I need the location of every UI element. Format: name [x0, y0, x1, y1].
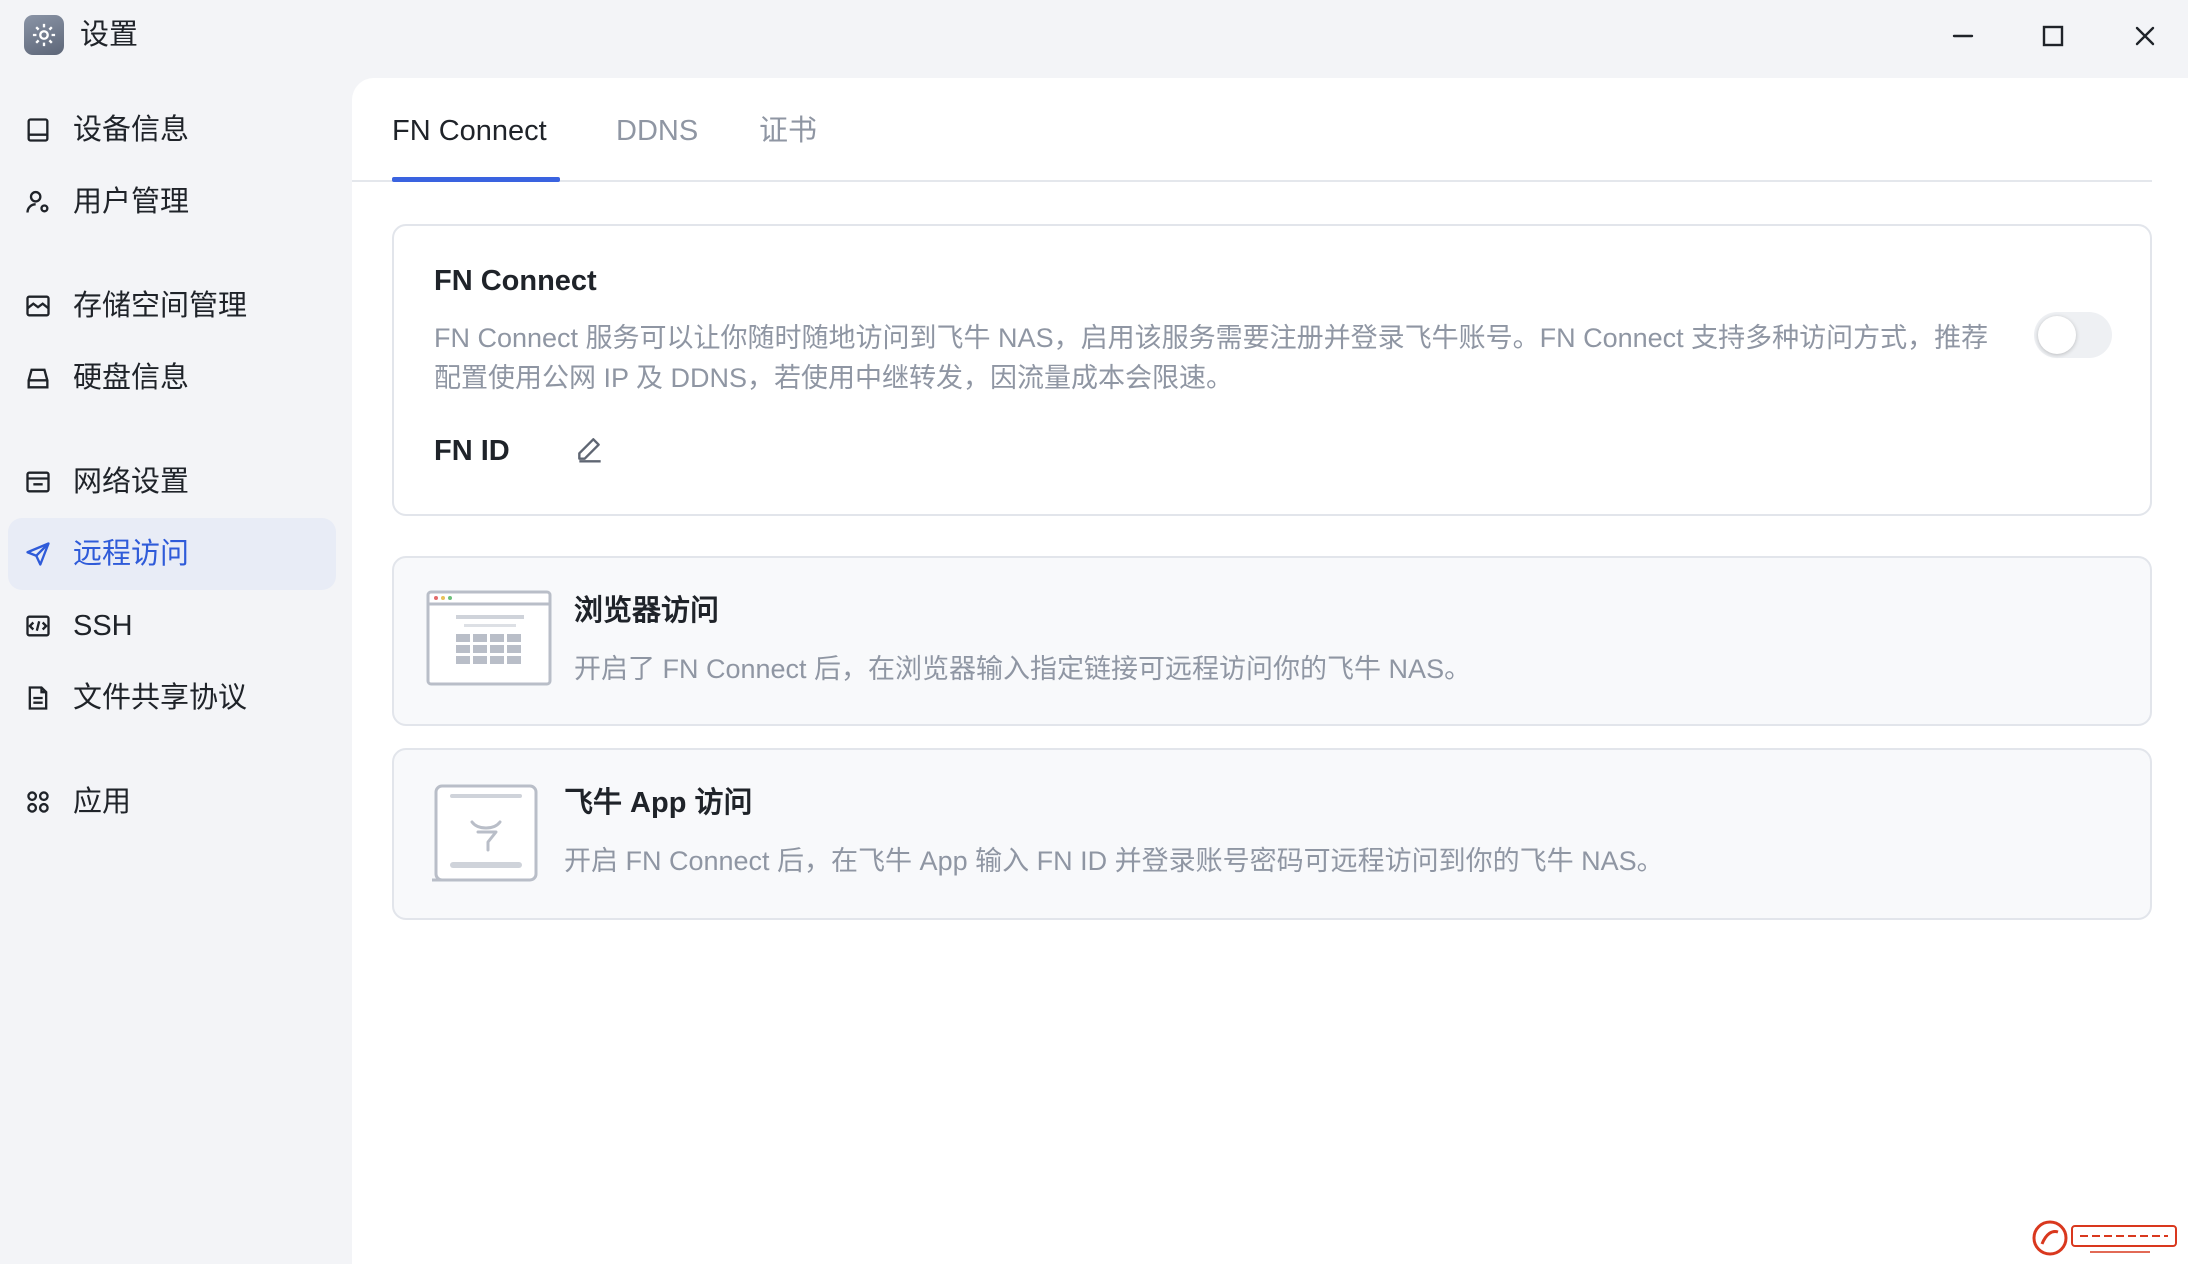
window-title: 设置 — [80, 19, 139, 51]
disk-icon — [27, 368, 49, 389]
sidebar-item-label: 远程访问 — [73, 538, 190, 570]
app-illustration-icon — [432, 784, 538, 882]
title-bar: 设置 — [0, 0, 2188, 70]
file-share-icon — [28, 686, 48, 710]
active-tab-indicator — [392, 177, 560, 182]
maximize-icon — [2042, 25, 2064, 47]
browser-access-description: 开启了 FN Connect 后，在浏览器输入指定链接可远程访问你的飞牛 NAS… — [574, 654, 1472, 684]
apps-icon — [27, 791, 49, 813]
tab-ddns[interactable]: DDNS — [616, 112, 698, 150]
sidebar-item-label: 文件共享协议 — [73, 682, 248, 714]
user-settings-icon — [26, 190, 49, 213]
sidebar-item-label: SSH — [73, 610, 133, 642]
app-access-description: 开启 FN Connect 后，在飞牛 App 输入 FN ID 并登录账号密码… — [564, 846, 1664, 876]
app-access-title: 飞牛 App 访问 — [564, 787, 753, 819]
app-access-card: 飞牛 App 访问 开启 FN Connect 后，在飞牛 App 输入 FN … — [392, 748, 2152, 920]
sidebar-item-label: 设备信息 — [73, 114, 190, 146]
close-button[interactable] — [2123, 14, 2167, 58]
sidebar: 设备信息 用户管理 存储空间管理 硬盘信息 网络设置 远程访问 SSH 文件共享… — [0, 78, 352, 1264]
browser-access-card: 浏览器访问 开启了 FN Connect 后，在浏览器输入指定链接可远程访问你的… — [392, 556, 2152, 726]
sidebar-item-network[interactable]: 网络设置 — [8, 446, 336, 518]
sidebar-item-disk-info[interactable]: 硬盘信息 — [8, 342, 336, 414]
sidebar-item-label: 存储空间管理 — [73, 290, 248, 322]
sidebar-item-label: 网络设置 — [73, 466, 190, 498]
send-icon — [26, 542, 50, 566]
fn-id-label: FN ID — [434, 435, 510, 467]
settings-app-icon — [24, 15, 64, 55]
close-icon — [2135, 26, 2155, 46]
main-panel: FN Connect DDNS 证书 FN Connect FN Connect… — [352, 78, 2188, 1264]
sidebar-item-user-management[interactable]: 用户管理 — [8, 166, 336, 238]
toggle-knob — [2038, 316, 2076, 354]
fn-connect-description: FN Connect 服务可以让你随时随地访问到飞牛 NAS，启用该服务需要注册… — [434, 323, 1989, 393]
sidebar-item-storage[interactable]: 存储空间管理 — [8, 270, 336, 342]
browser-illustration-icon — [426, 590, 552, 686]
sidebar-item-ssh[interactable]: SSH — [8, 590, 336, 662]
sidebar-item-device-info[interactable]: 设备信息 — [8, 94, 336, 166]
sidebar-item-label: 应用 — [73, 786, 132, 818]
sidebar-item-file-sharing[interactable]: 文件共享协议 — [8, 662, 336, 734]
device-icon — [27, 118, 49, 142]
fn-connect-card: FN Connect FN Connect 服务可以让你随时随地访问到飞牛 NA… — [392, 224, 2152, 516]
browser-access-title: 浏览器访问 — [574, 595, 720, 627]
edit-pencil-icon — [578, 438, 601, 463]
storage-icon — [26, 295, 50, 317]
fn-connect-toggle[interactable] — [2034, 312, 2112, 358]
tab-certificate[interactable]: 证书 — [759, 112, 817, 150]
sidebar-item-remote-access[interactable]: 远程访问 — [8, 518, 336, 590]
terminal-icon — [26, 615, 50, 637]
watermark-logo-icon — [2032, 1220, 2177, 1256]
sidebar-item-label: 硬盘信息 — [73, 362, 190, 394]
fn-connect-title: FN Connect — [434, 265, 597, 297]
fn-id-edit-button[interactable] — [574, 432, 610, 468]
maximize-button[interactable] — [2031, 14, 2075, 58]
network-icon — [26, 471, 50, 493]
tab-bar: FN Connect DDNS 证书 — [352, 78, 2152, 182]
minimize-icon — [1952, 34, 1974, 38]
minimize-button[interactable] — [1941, 14, 1985, 58]
tab-fn-connect[interactable]: FN Connect — [392, 112, 547, 150]
settings-window: 设置 设备信息 用户管理 存储空间管理 硬盘信息 网络设置 远程访问 SSH 文… — [0, 0, 2188, 1264]
sidebar-item-label: 用户管理 — [73, 186, 190, 218]
sidebar-item-apps[interactable]: 应用 — [8, 766, 336, 838]
